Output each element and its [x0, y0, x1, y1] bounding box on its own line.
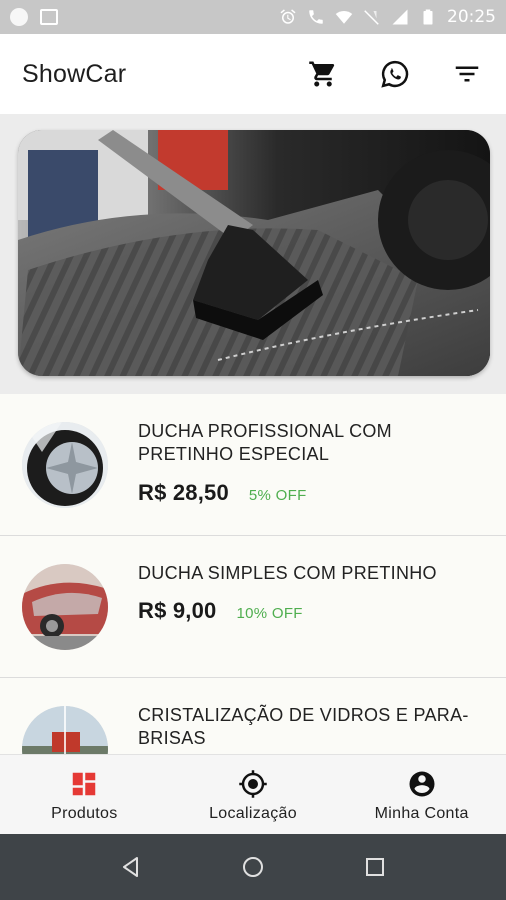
- cart-button[interactable]: [306, 57, 340, 91]
- status-time: 20:25: [447, 7, 496, 27]
- account-icon: [409, 771, 435, 797]
- filter-icon: [455, 66, 479, 82]
- battery-icon: [419, 8, 437, 26]
- product-price: R$ 28,50: [138, 480, 229, 505]
- product-list: DUCHA PROFISSIONAL COM PRETINHO ESPECIAL…: [0, 394, 506, 754]
- product-thumbnail: [22, 564, 108, 650]
- home-icon: [243, 857, 263, 877]
- nav-label: Produtos: [51, 805, 118, 822]
- product-thumbnail: [22, 422, 108, 508]
- back-button[interactable]: [111, 847, 151, 887]
- product-name: CRISTALIZAÇÃO DE VIDROS E PARA-BRISAS: [138, 705, 469, 748]
- alarm-icon: [279, 8, 297, 26]
- nav-item-localizacao[interactable]: Localização: [169, 755, 338, 834]
- location-icon: [239, 770, 267, 798]
- signal-icon: [391, 8, 409, 26]
- whatsapp-button[interactable]: [378, 57, 412, 91]
- cart-icon: [309, 61, 335, 87]
- app-title: ShowCar: [22, 59, 127, 88]
- nav-label: Localização: [209, 805, 297, 822]
- bottom-navigation: Produtos Localização Minha Conta: [0, 754, 506, 834]
- nav-item-minha-conta[interactable]: Minha Conta: [337, 755, 506, 834]
- nav-item-produtos[interactable]: Produtos: [0, 755, 169, 834]
- list-item[interactable]: DUCHA PROFISSIONAL COM PRETINHO ESPECIAL…: [0, 394, 506, 536]
- dashboard-icon: [73, 772, 96, 796]
- banner-section: [0, 114, 506, 394]
- recents-icon: [366, 858, 384, 876]
- home-button[interactable]: [233, 847, 273, 887]
- discount-badge: 10% OFF: [236, 605, 303, 622]
- filter-button[interactable]: [450, 57, 484, 91]
- product-thumbnail: [22, 706, 108, 754]
- notification-icon: [10, 8, 28, 26]
- app-bar: ShowCar: [0, 34, 506, 114]
- whatsapp-icon: [381, 60, 409, 88]
- product-price: R$ 9,00: [138, 598, 217, 623]
- list-item[interactable]: CRISTALIZAÇÃO DE VIDROS E PARA-BRISAS: [0, 678, 506, 754]
- status-bar: 20:25: [0, 0, 506, 34]
- back-icon: [123, 857, 138, 877]
- recents-button[interactable]: [355, 847, 395, 887]
- banner-image[interactable]: [18, 130, 490, 376]
- list-item[interactable]: DUCHA SIMPLES COM PRETINHO R$ 9,00 10% O…: [0, 536, 506, 678]
- system-navigation-bar: [0, 834, 506, 900]
- product-name: DUCHA SIMPLES COM PRETINHO: [138, 563, 437, 583]
- wifi-icon: [335, 8, 353, 26]
- no-sim-icon: [363, 8, 381, 26]
- wifi-call-icon: [307, 8, 325, 26]
- discount-badge: 5% OFF: [248, 487, 307, 504]
- product-name: DUCHA PROFISSIONAL COM PRETINHO ESPECIAL: [138, 421, 392, 464]
- nav-label: Minha Conta: [374, 805, 469, 822]
- gallery-notification-icon: [40, 9, 58, 25]
